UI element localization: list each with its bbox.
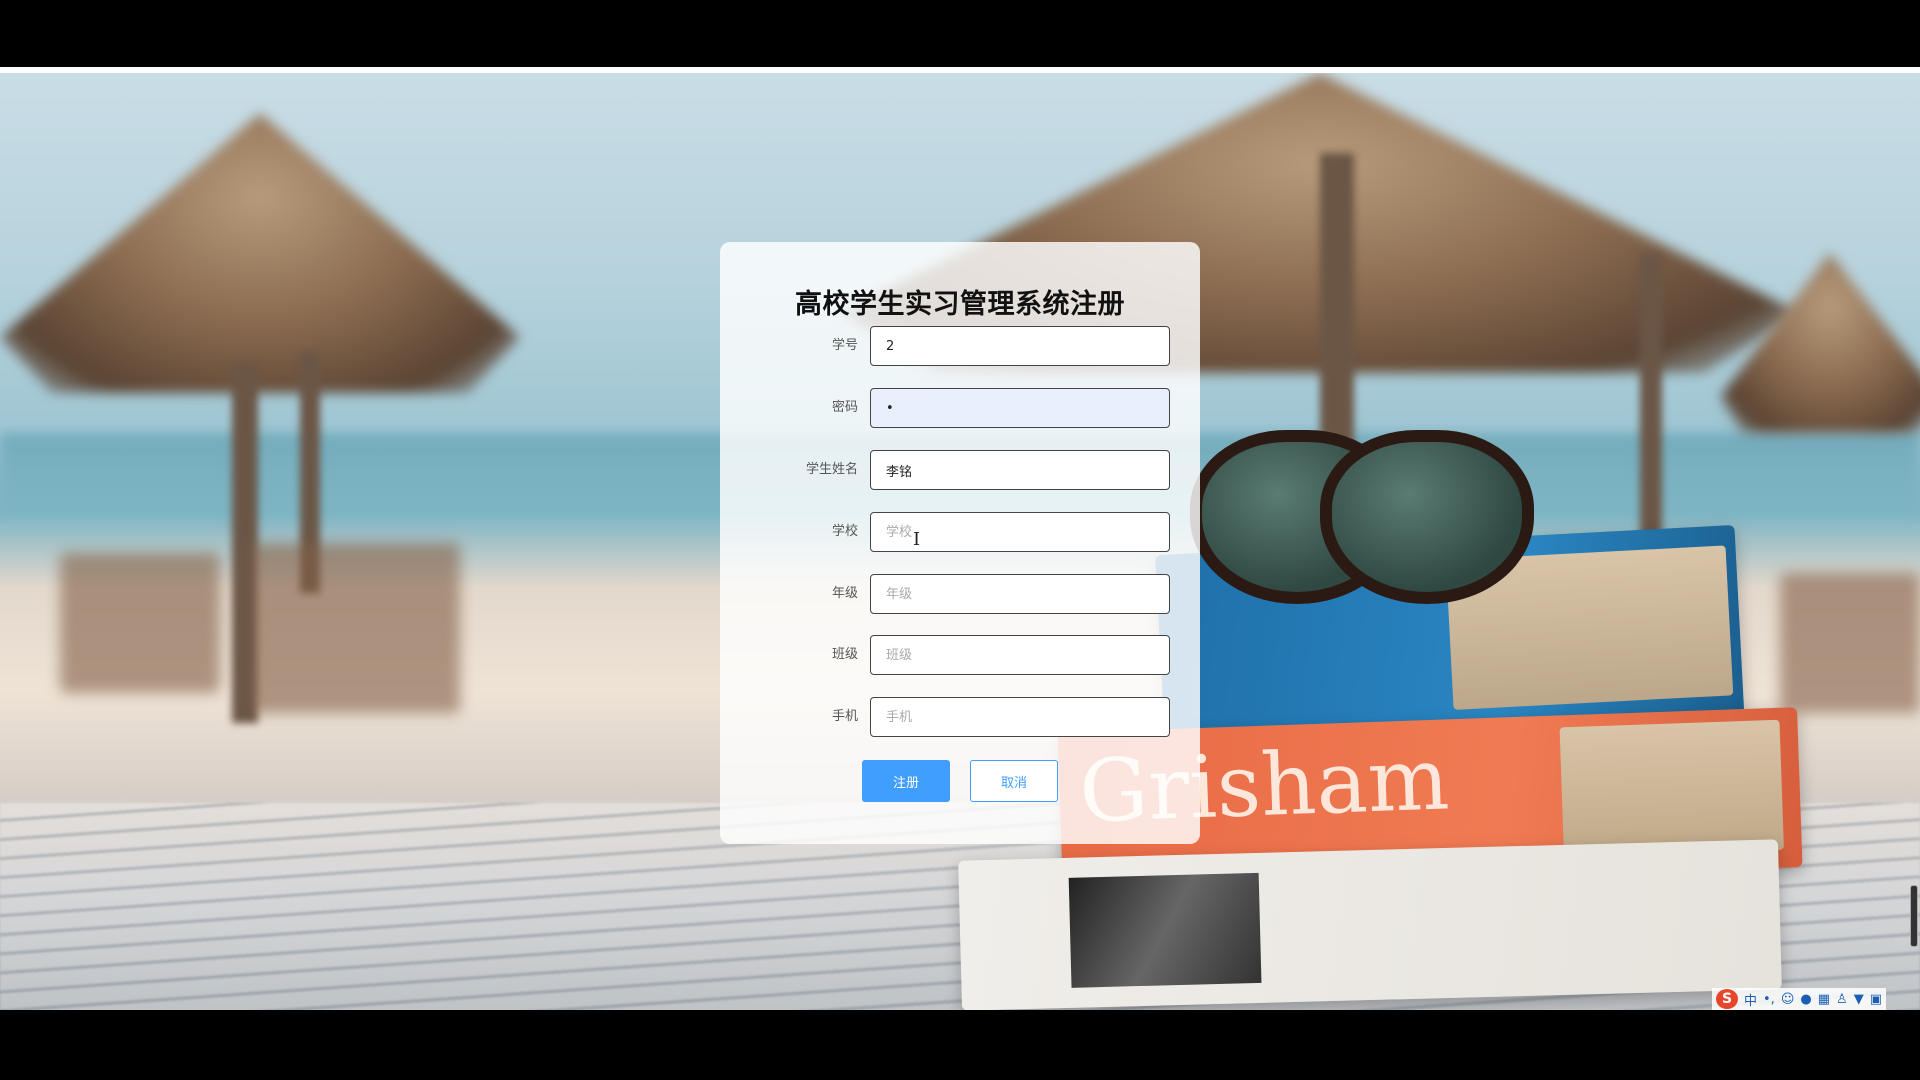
phone-label: 手机	[831, 709, 858, 724]
umbrella-left	[0, 113, 520, 393]
grade-label: 年级	[831, 586, 858, 601]
sunglasses-image	[1180, 420, 1534, 604]
phone-input[interactable]	[870, 697, 1170, 737]
ime-toolbar: S 中 •, ☺ ● ▦ ♙ ▼ ▣	[1712, 988, 1886, 1010]
school-label: 学校	[831, 524, 858, 539]
ime-punct-toggle[interactable]: •,	[1763, 992, 1775, 1007]
grade-field: 年级	[720, 574, 1200, 614]
class-field: 班级	[720, 635, 1200, 675]
grid-icon[interactable]: ▣	[1870, 992, 1882, 1007]
shirt-icon[interactable]: ▼	[1854, 992, 1864, 1007]
password-input[interactable]	[870, 388, 1170, 428]
umbrella-right	[1720, 253, 1920, 433]
letterbox-bottom	[0, 1010, 1920, 1080]
student-id-label: 学号	[831, 338, 858, 353]
register-panel: 高校学生实习管理系统注册 学号 密码 学生姓名 学校 年级 班级 手机 注册 取…	[720, 242, 1200, 844]
text-cursor-icon: I	[913, 529, 921, 550]
password-field: 密码	[720, 388, 1200, 428]
book-white	[958, 839, 1782, 1011]
phone-field: 手机	[720, 697, 1200, 737]
emoji-icon[interactable]: ☺	[1781, 992, 1795, 1007]
student-id-field: 学号	[720, 326, 1200, 366]
class-label: 班级	[831, 647, 858, 662]
page-title: 高校学生实习管理系统注册	[795, 289, 1125, 320]
beach-chair	[1780, 573, 1920, 713]
letterbox-top	[0, 0, 1920, 67]
student-name-input[interactable]	[870, 450, 1170, 490]
cancel-button[interactable]: 取消	[970, 760, 1058, 802]
register-button[interactable]: 注册	[862, 760, 950, 802]
class-input[interactable]	[870, 635, 1170, 675]
scrollbar-thumb[interactable]	[1910, 885, 1918, 947]
student-id-input[interactable]	[870, 326, 1170, 366]
microphone-icon[interactable]: ●	[1800, 992, 1811, 1007]
student-name-field: 学生姓名	[720, 450, 1200, 490]
beach-chair	[250, 543, 460, 713]
password-label: 密码	[831, 400, 858, 415]
student-name-label: 学生姓名	[805, 462, 858, 477]
umbrella-pole	[1320, 153, 1354, 453]
user-icon[interactable]: ♙	[1836, 992, 1848, 1007]
keyboard-icon[interactable]: ▦	[1818, 992, 1830, 1007]
grade-input[interactable]	[870, 574, 1170, 614]
school-field: 学校	[720, 512, 1200, 552]
sogou-logo-icon[interactable]: S	[1716, 989, 1738, 1009]
ime-mode-toggle[interactable]: 中	[1744, 990, 1757, 1009]
beach-chair	[60, 553, 220, 693]
